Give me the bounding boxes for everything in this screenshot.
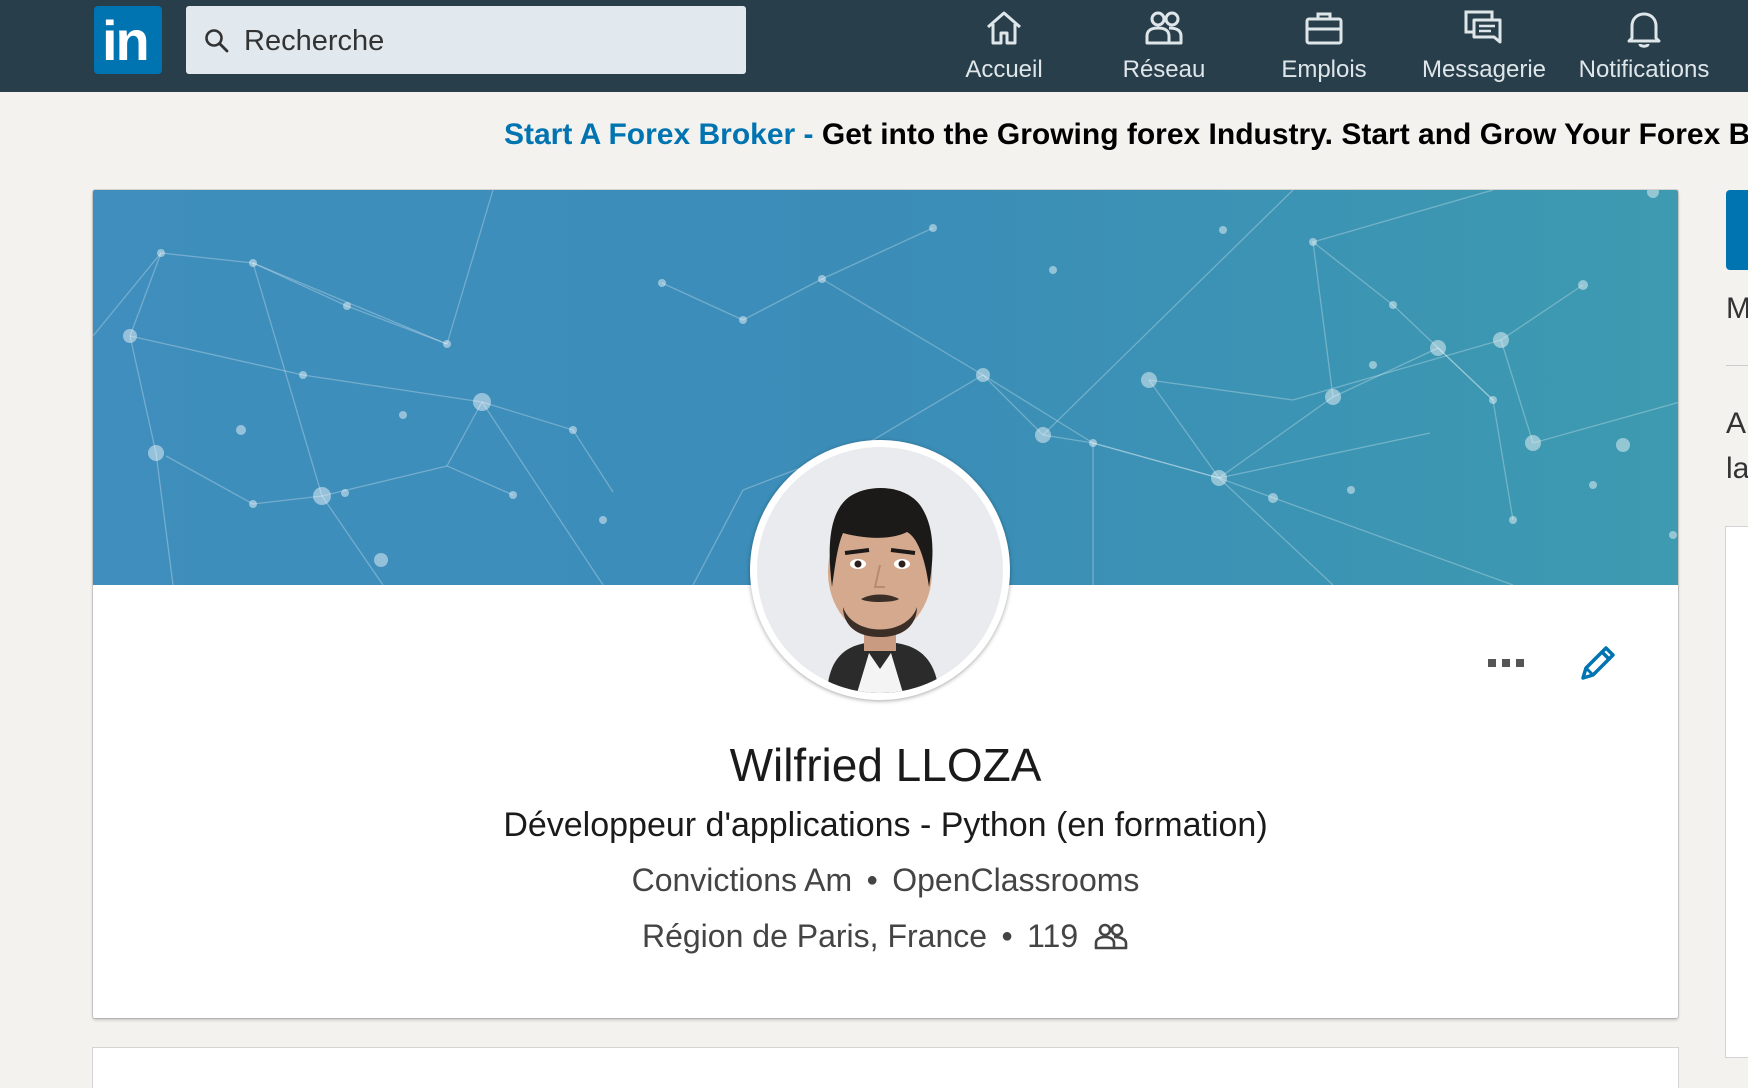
dot (1502, 659, 1510, 667)
right-column-divider (1726, 365, 1748, 366)
profile-name: Wilfried LLOZA (729, 739, 1042, 791)
profile-card: Wilfried LLOZA Développeur d'application… (93, 190, 1678, 1018)
separator-dot: ● (1001, 925, 1014, 947)
network-icon (1145, 11, 1183, 45)
search-icon (205, 29, 229, 53)
nav-item-home[interactable]: Accueil (924, 6, 1084, 86)
nav-item-messaging[interactable]: Messagerie (1404, 6, 1564, 86)
search-box[interactable] (186, 6, 746, 74)
nav-item-label: Emplois (1281, 56, 1367, 83)
profile-company-school: Convictions Am ● OpenClassrooms (93, 862, 1678, 899)
current-company[interactable]: Convictions Am (632, 862, 853, 898)
linkedin-logo[interactable]: in (94, 6, 162, 74)
edit-pencil-icon[interactable] (1575, 640, 1621, 686)
home-icon (987, 11, 1021, 45)
ad-text: Get into the Growing forex Industry. Sta… (821, 118, 1748, 151)
profile-headline: Développeur d'applications - Python (en … (503, 806, 1268, 844)
ad-banner[interactable]: Start A Forex Broker - Get into the Grow… (504, 118, 1748, 152)
top-navigation-bar: in Accueil Réseau Emplois (0, 0, 1748, 92)
location: Région de Paris, France (641, 918, 988, 954)
messaging-icon (1464, 10, 1502, 44)
right-column-text: A (1726, 407, 1747, 440)
school[interactable]: OpenClassrooms (892, 862, 1139, 898)
more-options-button[interactable] (1488, 654, 1548, 678)
connections-count[interactable]: 119 (1027, 918, 1078, 954)
right-column-text: la (1726, 452, 1748, 485)
profile-photo-image (757, 447, 1003, 693)
dot (1516, 659, 1524, 667)
nav-item-network[interactable]: Réseau (1084, 6, 1244, 86)
nav-item-jobs[interactable]: Emplois (1244, 6, 1404, 86)
bell-icon (1627, 12, 1661, 48)
nav-item-label: Réseau (1122, 56, 1206, 83)
logo-text: in (102, 9, 150, 72)
briefcase-icon (1305, 12, 1343, 45)
profile-location-connections: Région de Paris, France ● 119 (93, 918, 1678, 955)
ad-link[interactable]: Start A Forex Broker - (504, 118, 814, 151)
search-input[interactable] (242, 16, 726, 66)
next-section-card (93, 1048, 1678, 1088)
dot (1488, 659, 1496, 667)
nav-item-notifications[interactable]: Notifications (1564, 6, 1724, 86)
profile-photo[interactable] (750, 440, 1010, 700)
right-column-button[interactable] (1726, 190, 1748, 270)
nav-item-label: Messagerie (1421, 56, 1547, 83)
connections-icon (1094, 923, 1128, 950)
right-column-text: M (1726, 292, 1748, 325)
separator-dot: ● (866, 869, 879, 891)
nav-item-label: Notifications (1578, 56, 1710, 83)
right-column-card (1726, 527, 1748, 1057)
nav-item-label: Accueil (965, 56, 1043, 83)
